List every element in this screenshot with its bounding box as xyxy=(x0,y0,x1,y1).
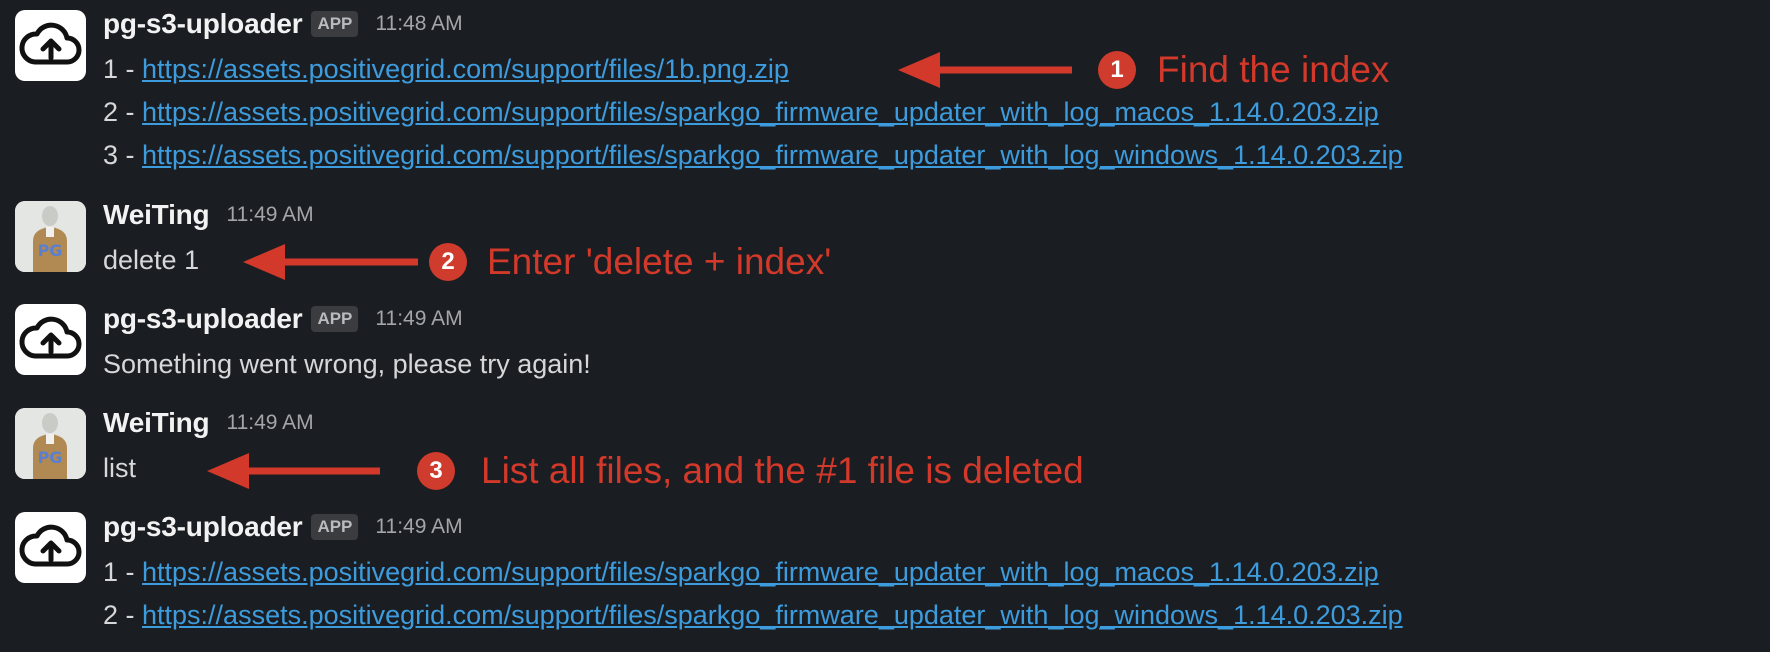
message-text: delete 1 xyxy=(103,245,200,275)
app-badge: APP xyxy=(311,306,359,332)
list-index: 3 - xyxy=(103,140,143,170)
cloud-upload-icon xyxy=(19,316,82,359)
list-item: 1 - https://assets.positivegrid.com/supp… xyxy=(103,51,789,87)
avatar-letters: PG xyxy=(38,241,63,260)
cloud-upload-icon xyxy=(19,22,82,65)
list-item: 2 - https://assets.positivegrid.com/supp… xyxy=(103,94,1379,130)
annotation-text-2: Enter 'delete + index' xyxy=(487,241,832,282)
message-header: WeiTing 11:49 AM xyxy=(103,405,314,441)
timestamp[interactable]: 11:49 AM xyxy=(375,307,462,331)
message-header: pg-s3-uploader APP 11:49 AM xyxy=(103,509,463,545)
list-index: 1 - xyxy=(103,54,143,84)
annotation-arrow-2 xyxy=(243,244,418,280)
list-index: 2 - xyxy=(103,600,143,630)
app-badge: APP xyxy=(311,514,359,540)
timestamp[interactable]: 11:49 AM xyxy=(375,515,462,539)
avatar-letters: PG xyxy=(38,448,63,467)
bot-avatar[interactable] xyxy=(15,304,86,375)
file-link[interactable]: https://assets.positivegrid.com/support/… xyxy=(142,557,1379,587)
message-header: WeiTing 11:49 AM xyxy=(103,197,314,233)
message-header: pg-s3-uploader APP 11:49 AM xyxy=(103,301,463,337)
user-avatar[interactable]: PG xyxy=(15,201,86,272)
list-item: 3 - https://assets.positivegrid.com/supp… xyxy=(103,137,1403,173)
annotation-number-3: 3 xyxy=(417,452,455,490)
file-link[interactable]: https://assets.positivegrid.com/support/… xyxy=(142,54,789,84)
file-link[interactable]: https://assets.positivegrid.com/support/… xyxy=(142,140,1403,170)
annotation-number-2: 2 xyxy=(429,243,467,281)
user-avatar-icon: PG xyxy=(15,408,86,479)
timestamp[interactable]: 11:49 AM xyxy=(226,203,313,227)
list-item: 1 - https://assets.positivegrid.com/supp… xyxy=(103,554,1379,590)
message-text: Something went wrong, please try again! xyxy=(103,349,591,379)
annotation-arrow-3 xyxy=(207,453,380,489)
cloud-upload-icon xyxy=(19,524,82,567)
sender-name[interactable]: WeiTing xyxy=(103,199,210,231)
list-item: 2 - https://assets.positivegrid.com/supp… xyxy=(103,597,1403,633)
timestamp[interactable]: 11:48 AM xyxy=(375,12,462,36)
message-header: pg-s3-uploader APP 11:48 AM xyxy=(103,6,463,42)
user-avatar-icon: PG xyxy=(15,201,86,272)
app-badge: APP xyxy=(311,11,359,37)
sender-name[interactable]: pg-s3-uploader xyxy=(103,511,303,543)
list-index: 2 - xyxy=(103,97,143,127)
sender-name[interactable]: pg-s3-uploader xyxy=(103,303,303,335)
sender-name[interactable]: WeiTing xyxy=(103,407,210,439)
file-link[interactable]: https://assets.positivegrid.com/support/… xyxy=(142,600,1403,630)
annotation-text-3: List all files, and the #1 file is delet… xyxy=(481,450,1084,491)
user-avatar[interactable]: PG xyxy=(15,408,86,479)
list-index: 1 - xyxy=(103,557,143,587)
annotation-text-1: Find the index xyxy=(1157,49,1390,90)
sender-name[interactable]: pg-s3-uploader xyxy=(103,8,303,40)
annotation-number-1: 1 xyxy=(1098,51,1136,89)
chat-canvas: pg-s3-uploader APP 11:48 AM 1 - https://… xyxy=(0,0,1770,652)
message-text: list xyxy=(103,453,136,483)
bot-avatar[interactable] xyxy=(15,10,86,81)
file-link[interactable]: https://assets.positivegrid.com/support/… xyxy=(142,97,1379,127)
bot-avatar[interactable] xyxy=(15,512,86,583)
timestamp[interactable]: 11:49 AM xyxy=(226,411,313,435)
annotation-arrow-1 xyxy=(898,52,1072,88)
